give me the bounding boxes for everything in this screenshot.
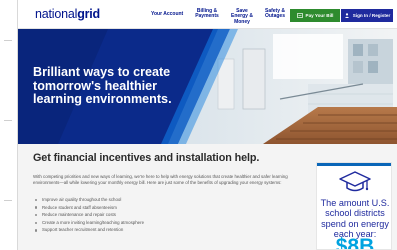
- list-item: Reduce maintenance and repair costs: [33, 211, 144, 219]
- user-icon: [344, 13, 349, 18]
- energy-spend-value: $8B: [335, 235, 375, 250]
- graduation-cap-icon: [339, 171, 371, 192]
- site-header: nationalgrid Your Account Billing & Paym…: [18, 0, 397, 29]
- national-grid-logo[interactable]: nationalgrid: [35, 7, 100, 21]
- energy-spend-text: The amount U.S. school districts spend o…: [320, 198, 390, 240]
- strip-divider: [4, 200, 12, 201]
- energy-spend-card: The amount U.S. school districts spend o…: [316, 162, 392, 250]
- strip-divider: [4, 120, 12, 121]
- section-heading: Get financial incentives and installatio…: [33, 152, 260, 164]
- list-item: Reduce student and staff absenteeism: [33, 204, 144, 212]
- bill-icon: [296, 13, 303, 18]
- nav-billing-payments[interactable]: Billing & Payments: [194, 8, 220, 20]
- card-accent-bar: [317, 163, 391, 166]
- nav-save-energy[interactable]: Save Energy & Money: [227, 8, 257, 25]
- benefits-list: Improve air quality throughout the schoo…: [33, 196, 144, 234]
- list-item: Improve air quality throughout the schoo…: [33, 196, 144, 204]
- list-item: Create a more inviting learning/teaching…: [33, 219, 144, 227]
- hero-banner: Brilliant ways to create tomorrow's heal…: [18, 29, 397, 144]
- intro-paragraph: With competing priorities and new ways o…: [33, 174, 288, 186]
- sign-in-register-button[interactable]: Sign In / Register: [341, 9, 393, 22]
- nav-safety-outages[interactable]: Safety & Outages: [264, 8, 286, 20]
- hero-headline: Brilliant ways to create tomorrow's heal…: [33, 65, 172, 106]
- pay-your-bill-button[interactable]: Pay Your Bill: [290, 9, 340, 22]
- browser-side-strip: [0, 0, 18, 250]
- list-item: Support teacher recruitment and retentio…: [33, 226, 144, 234]
- nav-your-account[interactable]: Your Account: [151, 11, 183, 17]
- strip-divider: [4, 40, 12, 41]
- main-content: Get financial incentives and installatio…: [18, 144, 397, 250]
